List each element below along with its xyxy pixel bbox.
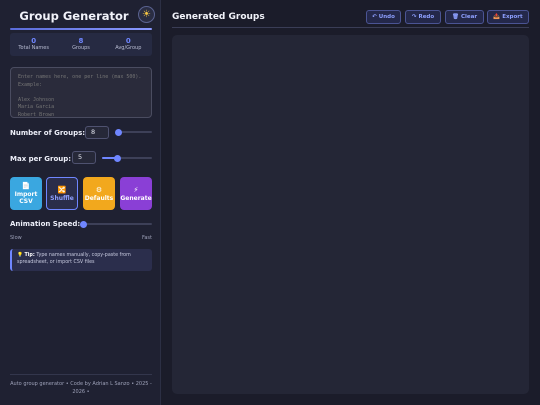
slider-thumb[interactable]	[114, 128, 122, 136]
gear-icon: ⚙	[95, 185, 103, 194]
import-csv-label: Import CSV	[14, 191, 38, 205]
undo-icon: ↶	[372, 14, 377, 20]
shuffle-icon: 🔀	[57, 185, 67, 194]
names-input[interactable]	[10, 67, 152, 118]
speed-max-label: Fast	[141, 235, 152, 241]
stat-groups: 8 Groups	[58, 37, 104, 52]
file-icon: 📄	[21, 182, 31, 190]
stat-value: 8	[78, 37, 84, 45]
stat-label: Total Names	[18, 45, 49, 51]
groups-panel	[172, 35, 529, 394]
undo-label: Undo	[378, 14, 395, 20]
stat-avg-group: 0 Avg/Group	[105, 37, 151, 52]
app-title: Group Generator	[19, 9, 129, 23]
stat-label: Avg/Group	[115, 45, 142, 51]
sidebar-header: Group Generator ☀	[10, 6, 156, 32]
lightbulb-icon: 💡	[17, 253, 23, 258]
import-csv-button[interactable]: 📄 Import CSV	[10, 177, 42, 210]
speed-scale: Slow Fast	[10, 235, 152, 243]
stat-value: 0	[125, 37, 131, 45]
shuffle-button[interactable]: 🔀 Shuffle	[46, 177, 78, 210]
tip-label: Tip:	[24, 253, 35, 258]
generate-label: Generate	[120, 194, 152, 202]
shuffle-label: Shuffle	[50, 194, 74, 202]
theme-toggle-button[interactable]: ☀	[138, 6, 155, 23]
slider-thumb[interactable]	[113, 154, 121, 162]
num-groups-label: Number of Groups:	[10, 129, 86, 137]
tip-text: Type names manually, copy-paste from spr…	[17, 253, 131, 265]
redo-button[interactable]: ↷ Redo	[405, 10, 441, 24]
stats-bar: 0 Total Names 8 Groups 0 Avg/Group	[10, 33, 152, 56]
slider-thumb[interactable]	[80, 220, 87, 228]
max-per-group-slider[interactable]	[102, 154, 152, 162]
footer: Auto group generator • Code by Adrian L …	[10, 381, 152, 395]
title-underline	[10, 28, 152, 30]
undo-button[interactable]: ↶ Undo	[366, 10, 401, 24]
page-title: Generated Groups	[172, 12, 265, 22]
sidebar: Group Generator ☀ 0 Total Names 8 Groups…	[0, 0, 161, 405]
export-icon: 📤	[493, 14, 501, 20]
stat-label: Groups	[72, 45, 90, 51]
export-label: Export	[502, 14, 523, 20]
trash-icon: 🗑	[451, 14, 459, 20]
defaults-label: Defaults	[84, 194, 114, 202]
num-groups-slider[interactable]	[114, 128, 152, 136]
max-per-group-label: Max per Group:	[10, 155, 72, 163]
clear-label: Clear	[460, 14, 478, 20]
clear-button[interactable]: 🗑 Clear	[445, 10, 484, 24]
num-groups-input[interactable]: 8	[85, 126, 109, 139]
animation-speed-slider[interactable]	[80, 220, 152, 228]
redo-label: Redo	[418, 14, 435, 20]
tip-box: 💡 Tip: Type names manually, copy-paste f…	[10, 249, 152, 271]
header-divider	[172, 27, 529, 28]
speed-min-label: Slow	[10, 235, 22, 241]
max-per-group-input[interactable]: 5	[72, 151, 96, 164]
stat-value: 0	[31, 37, 37, 45]
defaults-button[interactable]: ⚙ Defaults	[83, 177, 115, 210]
footer-divider	[10, 374, 152, 375]
export-button[interactable]: 📤 Export	[487, 10, 529, 24]
sun-icon: ☀	[142, 9, 151, 20]
animation-speed-label: Animation Speed:	[10, 220, 81, 228]
lightning-icon: ⚡	[133, 185, 139, 194]
generate-button[interactable]: ⚡ Generate	[120, 177, 152, 210]
stat-total-names: 0 Total Names	[11, 37, 57, 52]
redo-icon: ↷	[411, 14, 417, 20]
